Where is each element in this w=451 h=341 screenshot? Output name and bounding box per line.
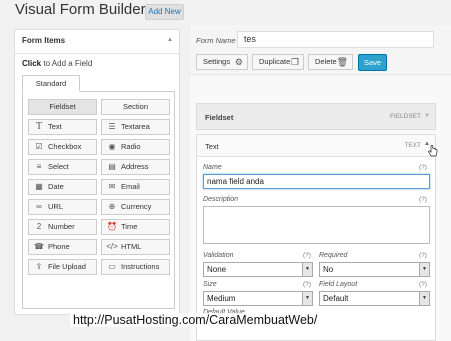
help-icon[interactable]: (?) bbox=[419, 252, 427, 259]
click-instruction: Click to Add a Field bbox=[22, 59, 93, 68]
text-field-title: Text bbox=[205, 142, 219, 151]
dropdown-arrow-icon: ▼ bbox=[419, 263, 429, 276]
text-icon: T bbox=[35, 121, 43, 132]
field-button-fieldset[interactable]: Fieldset bbox=[28, 99, 97, 115]
save-button[interactable]: Save bbox=[358, 54, 387, 71]
help-icon[interactable]: (?) bbox=[419, 196, 427, 203]
field-button-html[interactable]: </> HTML bbox=[101, 239, 170, 255]
field-button-textarea[interactable]: ☰ Textarea bbox=[101, 119, 170, 135]
size-select[interactable]: Medium ▼ bbox=[203, 291, 313, 306]
help-icon[interactable]: (?) bbox=[419, 164, 427, 171]
field-button-text[interactable]: T Text bbox=[28, 119, 97, 135]
field-button-time[interactable]: ⏰ Time bbox=[101, 219, 170, 235]
form-header: Form Name tes Settings ⚙ Duplicate ❐ Delet… bbox=[190, 25, 451, 75]
help-icon[interactable]: (?) bbox=[419, 281, 427, 288]
html-icon: </> bbox=[106, 242, 118, 251]
field-layout-label: Field Layout bbox=[319, 281, 358, 288]
file-upload-icon: ⇪ bbox=[35, 262, 43, 271]
dropdown-arrow-icon: ▼ bbox=[302, 292, 312, 305]
radio-icon: ◉ bbox=[108, 142, 116, 151]
help-icon[interactable]: (?) bbox=[303, 281, 311, 288]
field-button-instructions[interactable]: ▭ Instructions bbox=[101, 259, 170, 275]
field-buttons-area: Fieldset Section T Text ☰ Textarea ☑ Checkb… bbox=[22, 91, 175, 309]
field-button-address[interactable]: ▤ Address bbox=[101, 159, 170, 175]
panel-title: Form Items bbox=[22, 36, 66, 45]
duplicate-icon: ❐ bbox=[290, 57, 299, 67]
hand-cursor-icon bbox=[428, 145, 438, 157]
name-label: Name bbox=[203, 164, 222, 171]
form-items-panel: Form Items ▲ Click to Add a Field Standa… bbox=[14, 29, 180, 315]
fieldset-title: Fieldset bbox=[205, 113, 234, 122]
currency-icon: ⊕ bbox=[108, 202, 116, 211]
field-button-radio[interactable]: ◉ Radio bbox=[101, 139, 170, 155]
add-new-button[interactable]: Add New bbox=[145, 4, 184, 20]
dropdown-arrow-icon: ▼ bbox=[302, 263, 312, 276]
field-button-email[interactable]: ✉ Email bbox=[101, 179, 170, 195]
time-icon: ⏰ bbox=[107, 222, 117, 231]
required-label: Required bbox=[319, 252, 348, 259]
description-textarea[interactable] bbox=[203, 206, 430, 244]
fieldset-item[interactable]: Fieldset FIELDSET ▼ bbox=[196, 103, 436, 130]
field-button-checkbox[interactable]: ☑ Checkbox bbox=[28, 139, 97, 155]
text-field-item: Text TEXT ▲ Name (?) nama field anda Des… bbox=[196, 134, 438, 341]
text-field-header[interactable]: Text TEXT ▲ bbox=[197, 135, 438, 157]
field-button-url[interactable]: ∞ URL bbox=[28, 199, 97, 215]
address-icon: ▤ bbox=[108, 162, 116, 171]
checkbox-icon: ☑ bbox=[35, 142, 43, 151]
number-icon: 2 bbox=[36, 222, 42, 231]
validation-label: Validation bbox=[203, 252, 234, 259]
field-button-date[interactable]: ▦ Date bbox=[28, 179, 97, 195]
date-icon: ▦ bbox=[35, 182, 43, 191]
dropdown-arrow-icon: ▼ bbox=[419, 292, 429, 305]
expand-arrow-icon[interactable]: ▼ bbox=[424, 113, 430, 119]
url-icon: ∞ bbox=[36, 202, 42, 211]
validation-select[interactable]: None ▼ bbox=[203, 262, 313, 277]
panel-header[interactable]: Form Items ▲ bbox=[15, 30, 179, 54]
fieldset-type: FIELDSET bbox=[389, 113, 421, 120]
form-name-input[interactable]: tes bbox=[237, 31, 434, 48]
field-button-number[interactable]: 2 Number bbox=[28, 219, 97, 235]
tab-standard[interactable]: Standard bbox=[22, 75, 80, 92]
form-name-label: Form Name bbox=[196, 36, 236, 45]
required-select[interactable]: No ▼ bbox=[319, 262, 430, 277]
page-title: Visual Form Builder bbox=[15, 1, 146, 18]
name-input[interactable]: nama field anda bbox=[203, 174, 430, 189]
field-layout-select[interactable]: Default ▼ bbox=[319, 291, 430, 306]
field-button-select[interactable]: ≡ Select bbox=[28, 159, 97, 175]
description-label: Description bbox=[203, 196, 239, 203]
field-button-phone[interactable]: ☎ Phone bbox=[28, 239, 97, 255]
field-button-file-upload[interactable]: ⇪ File Upload bbox=[28, 259, 97, 275]
left-pane: Form Items ▲ Click to Add a Field Standa… bbox=[0, 25, 190, 341]
help-icon[interactable]: (?) bbox=[303, 252, 311, 259]
phone-icon: ☎ bbox=[34, 242, 44, 251]
settings-button[interactable]: Settings ⚙ bbox=[196, 54, 248, 70]
duplicate-button[interactable]: Duplicate ❐ bbox=[252, 54, 304, 70]
text-field-type: TEXT bbox=[404, 142, 421, 149]
field-button-currency[interactable]: ⊕ Currency bbox=[101, 199, 170, 215]
instructions-icon: ▭ bbox=[108, 262, 116, 271]
top-bar: Visual Form Builder Add New bbox=[0, 0, 451, 25]
right-pane: Form Name tes Settings ⚙ Duplicate ❐ Delet… bbox=[190, 25, 451, 341]
field-button-section[interactable]: Section bbox=[101, 99, 170, 115]
size-label: Size bbox=[203, 281, 217, 288]
email-icon: ✉ bbox=[108, 182, 116, 191]
select-icon: ≡ bbox=[36, 162, 42, 171]
delete-button[interactable]: Delete 🗑 bbox=[308, 54, 353, 70]
trash-icon: 🗑 bbox=[336, 57, 348, 67]
watermark-url: http://PusatHosting.com/CaraMembuatWeb/ bbox=[70, 313, 321, 327]
textarea-icon: ☰ bbox=[108, 122, 116, 131]
gear-icon: ⚙ bbox=[234, 57, 243, 67]
collapse-arrow-icon[interactable]: ▲ bbox=[167, 37, 173, 43]
